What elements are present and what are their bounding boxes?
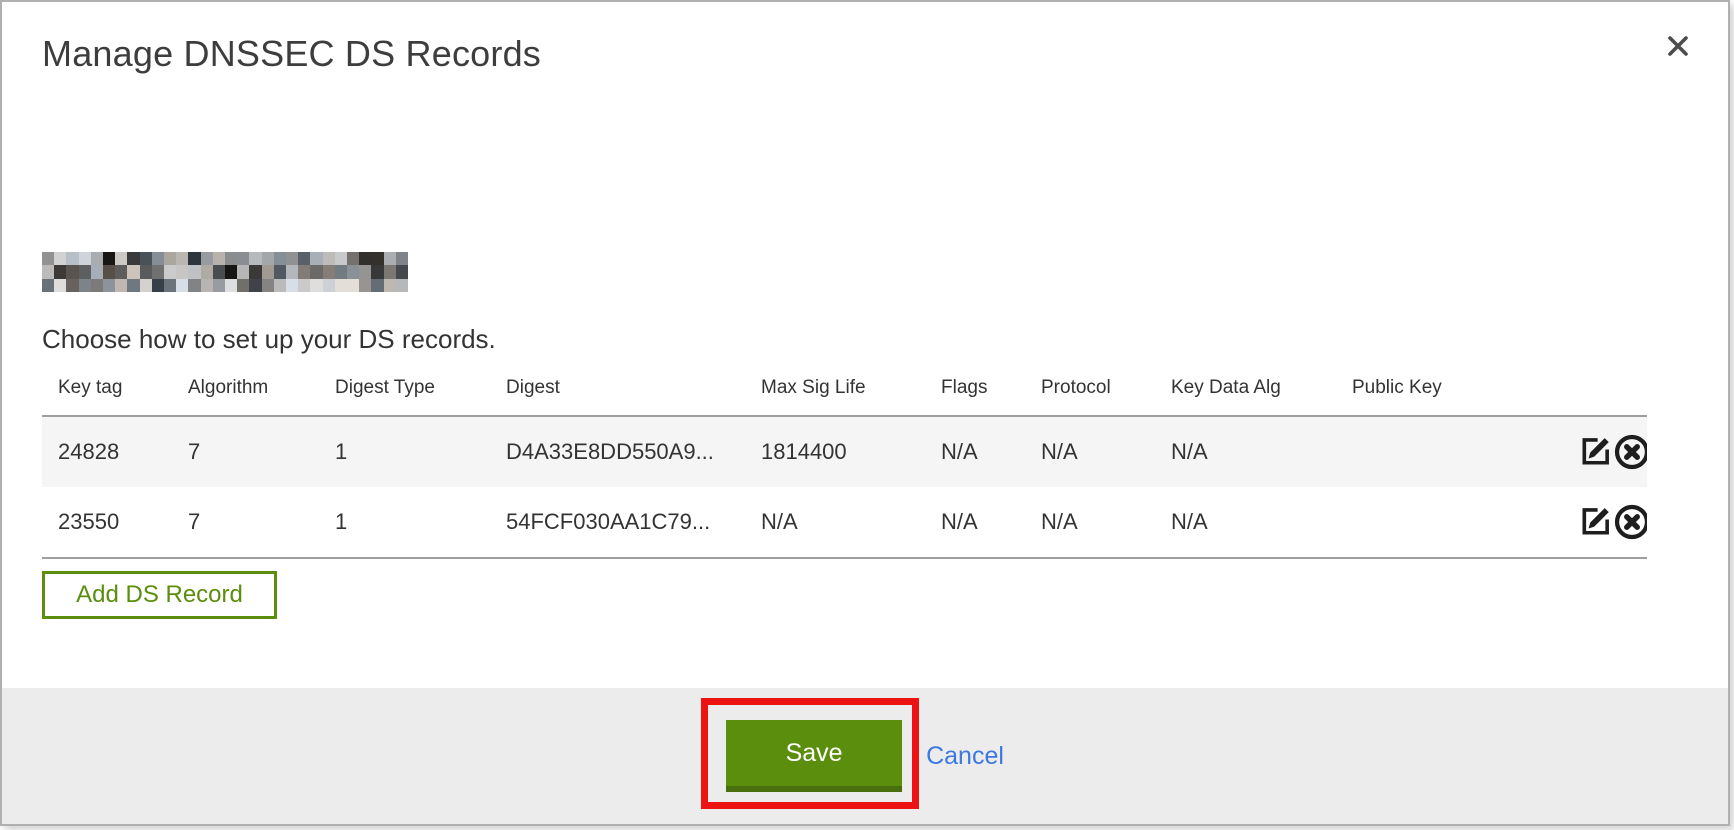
col-protocol: Protocol xyxy=(1025,360,1155,416)
cell-digest-type: 1 xyxy=(319,487,490,558)
add-ds-record-button[interactable]: Add DS Record xyxy=(42,571,277,619)
cell-key-data-alg: N/A xyxy=(1155,416,1336,487)
cell-key-tag: 23550 xyxy=(42,487,172,558)
close-icon[interactable] xyxy=(1662,30,1694,62)
cell-digest: 54FCF030AA1C79... xyxy=(490,487,745,558)
col-algorithm: Algorithm xyxy=(172,360,319,416)
cell-digest-type: 1 xyxy=(319,416,490,487)
col-actions xyxy=(1559,360,1647,416)
x-mark-icon xyxy=(1665,33,1691,59)
cell-algorithm: 7 xyxy=(172,416,319,487)
table-row: 24828 7 1 D4A33E8DD550A9... 1814400 N/A … xyxy=(42,416,1647,487)
page-title: Manage DNSSEC DS Records xyxy=(42,33,1688,75)
col-key-tag: Key tag xyxy=(42,360,172,416)
cell-actions xyxy=(1559,487,1647,558)
cell-public-key xyxy=(1336,416,1559,487)
delete-record-button[interactable] xyxy=(1613,501,1647,543)
edit-icon xyxy=(1579,503,1613,537)
save-button[interactable]: Save xyxy=(726,720,902,792)
delete-icon xyxy=(1613,433,1647,471)
ds-records-table: Key tag Algorithm Digest Type Digest Max… xyxy=(42,360,1647,559)
manage-dnssec-modal: Manage DNSSEC DS Records Choose how to s… xyxy=(0,0,1730,826)
edit-icon xyxy=(1579,433,1613,467)
cell-public-key xyxy=(1336,487,1559,558)
col-key-data-alg: Key Data Alg xyxy=(1155,360,1336,416)
col-digest: Digest xyxy=(490,360,745,416)
cell-digest: D4A33E8DD550A9... xyxy=(490,416,745,487)
cell-protocol: N/A xyxy=(1025,487,1155,558)
cell-key-data-alg: N/A xyxy=(1155,487,1336,558)
cell-max-sig-life: 1814400 xyxy=(745,416,925,487)
cell-flags: N/A xyxy=(925,416,1025,487)
col-max-sig-life: Max Sig Life xyxy=(745,360,925,416)
col-flags: Flags xyxy=(925,360,1025,416)
cell-flags: N/A xyxy=(925,487,1025,558)
instruction-text: Choose how to set up your DS records. xyxy=(42,324,1688,354)
cancel-link[interactable]: Cancel xyxy=(926,742,1004,771)
cell-actions xyxy=(1559,416,1647,487)
edit-record-button[interactable] xyxy=(1575,501,1613,543)
edit-record-button[interactable] xyxy=(1575,431,1613,473)
delete-record-button[interactable] xyxy=(1613,431,1647,473)
cell-protocol: N/A xyxy=(1025,416,1155,487)
table-header-row: Key tag Algorithm Digest Type Digest Max… xyxy=(42,360,1647,416)
cell-key-tag: 24828 xyxy=(42,416,172,487)
table-row: 23550 7 1 54FCF030AA1C79... N/A N/A N/A … xyxy=(42,487,1647,558)
cell-max-sig-life: N/A xyxy=(745,487,925,558)
col-digest-type: Digest Type xyxy=(319,360,490,416)
cell-algorithm: 7 xyxy=(172,487,319,558)
modal-footer: Save Cancel xyxy=(2,688,1728,824)
redacted-domain-name xyxy=(42,252,408,292)
delete-icon xyxy=(1613,503,1647,541)
col-public-key: Public Key xyxy=(1336,360,1559,416)
